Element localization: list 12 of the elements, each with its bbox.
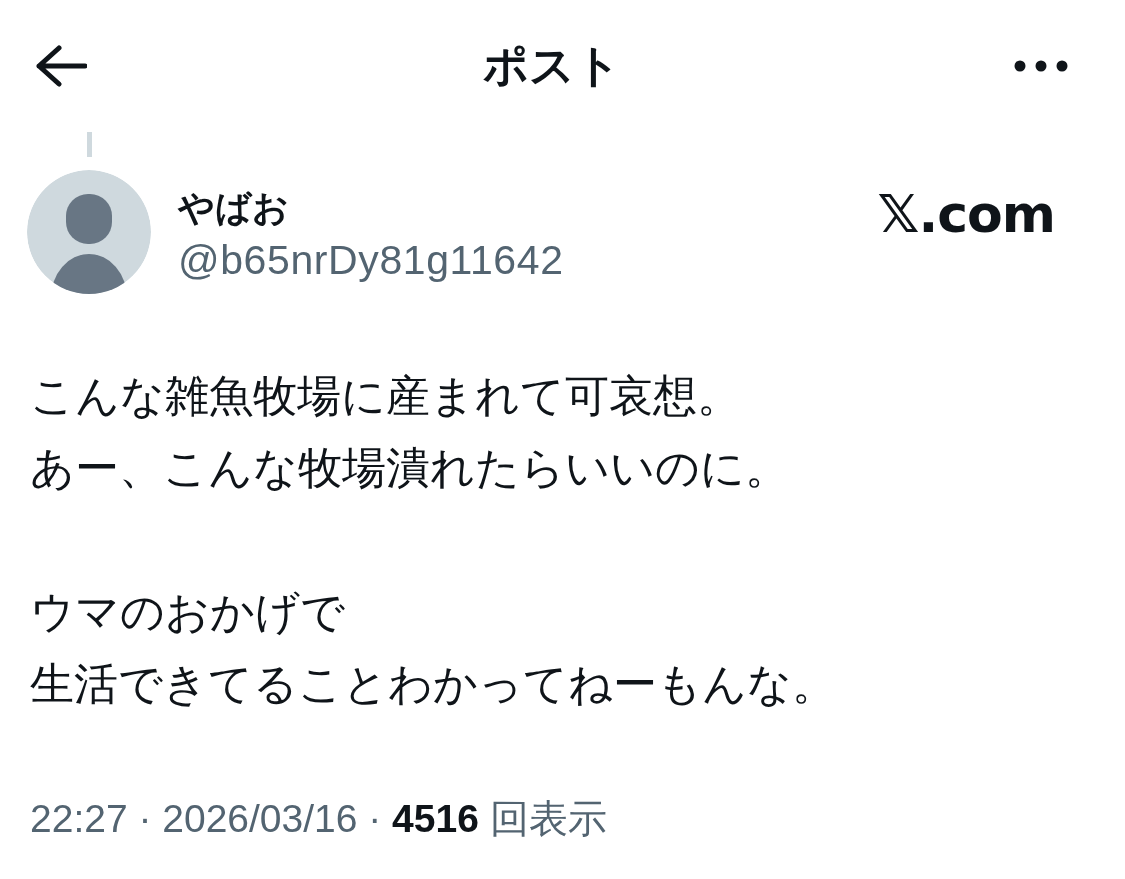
post-text-line: 生活できてることわかってねーもんな。 bbox=[30, 658, 836, 710]
source-label: 𝕏.com bbox=[877, 183, 1055, 246]
page-title: ポスト bbox=[482, 39, 621, 93]
author-handle[interactable]: @b65nrDy81g11642 bbox=[178, 236, 564, 284]
more-options-icon[interactable] bbox=[1014, 60, 1068, 72]
avatar-icon[interactable] bbox=[27, 170, 151, 294]
author-name[interactable]: やばお bbox=[178, 184, 289, 232]
back-arrow-icon[interactable] bbox=[35, 45, 87, 87]
post-text-line: あー、こんな牧場潰れたらいいのに。 bbox=[30, 442, 789, 494]
post-info: 22:27 · 2026/03/16 · 4516 回表示 bbox=[30, 796, 607, 842]
post-text-line: こんな雑魚牧場に産まれて可哀想。 bbox=[30, 370, 741, 422]
post-text-line: ウマのおかげで bbox=[30, 586, 345, 638]
